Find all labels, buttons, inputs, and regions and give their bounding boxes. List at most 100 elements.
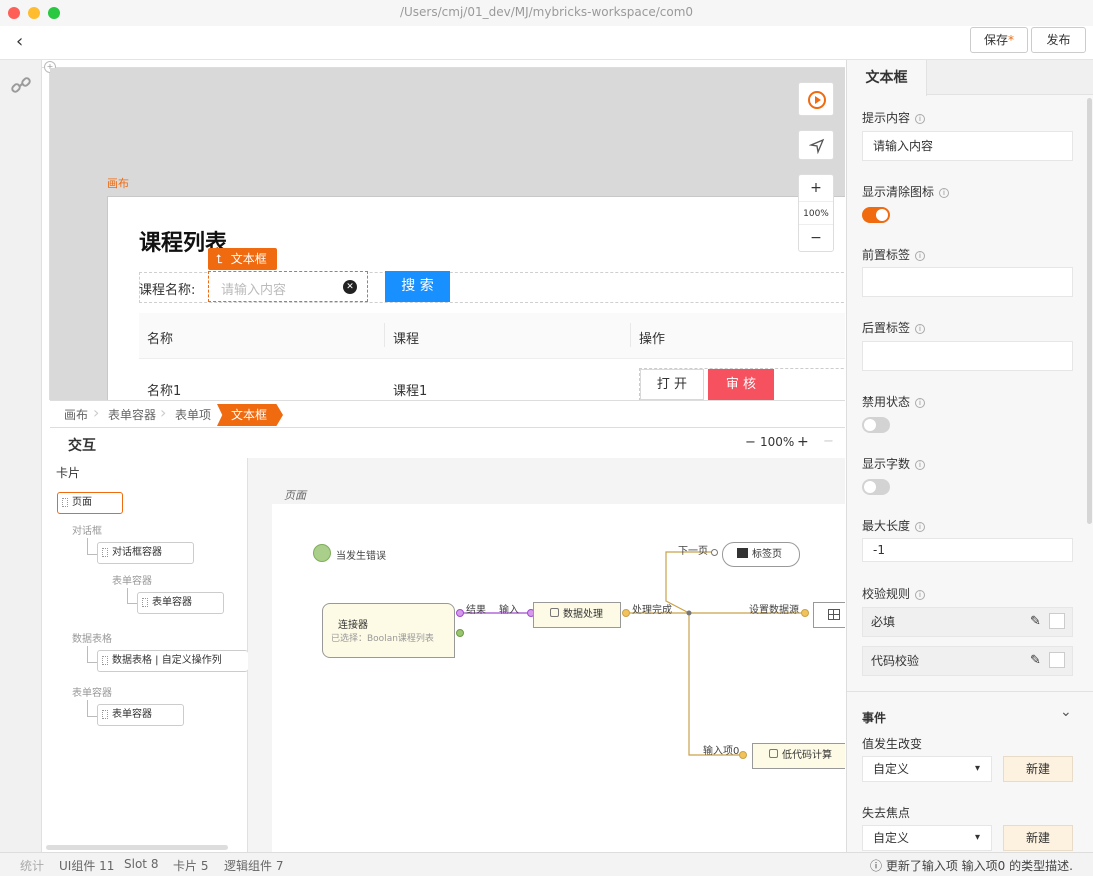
- chevron-down-icon[interactable]: ⌄: [1060, 704, 1072, 720]
- back-icon[interactable]: ‹: [16, 31, 23, 52]
- flow-zoom-reset[interactable]: −: [823, 434, 834, 449]
- panel-scrollbar[interactable]: [1087, 98, 1092, 524]
- canvas-label: 画布: [107, 177, 129, 190]
- publish-button[interactable]: 发布: [1031, 27, 1086, 53]
- output-port[interactable]: [456, 609, 464, 617]
- breadcrumb-item-form-container[interactable]: 表单容器: [94, 404, 162, 426]
- card-form-container[interactable]: 表单容器: [137, 592, 224, 614]
- rule-required[interactable]: 必填 ✎: [862, 607, 1073, 637]
- text-input-preview[interactable]: 请输入内容 ✕: [208, 271, 368, 302]
- event-blur-select[interactable]: 自定义 ▾: [862, 825, 992, 851]
- show-count-toggle[interactable]: [862, 479, 890, 495]
- toggle-knob: [864, 481, 876, 493]
- ruler-top: [42, 60, 845, 68]
- event-blur-new-button[interactable]: 新建: [1003, 825, 1073, 851]
- tabs-icon: [737, 548, 748, 558]
- rule-checkbox[interactable]: [1049, 652, 1065, 668]
- field-prefix-label: 前置标签 i: [862, 246, 926, 263]
- unsaved-mark: *: [1008, 33, 1014, 47]
- prefix-input[interactable]: [862, 267, 1073, 297]
- cards-panel: 卡片 页面 对话框 对话框容器 表单容器 表单容器 数据表格 数据表格 | 自定…: [42, 458, 248, 852]
- info-icon[interactable]: i: [915, 460, 926, 470]
- connector-node[interactable]: 连接器 已选择：Boolan课程列表: [322, 603, 455, 658]
- cards-title: 卡片: [56, 466, 81, 480]
- disabled-toggle[interactable]: [862, 417, 890, 433]
- edit-icon[interactable]: ✎: [1030, 653, 1041, 669]
- input-port[interactable]: [711, 549, 718, 556]
- port-label-set-source: 设置数据源: [749, 605, 799, 616]
- field-suffix-label: 后置标签 i: [862, 319, 926, 336]
- event-change-new-button[interactable]: 新建: [1003, 756, 1073, 782]
- error-event-label: 当发生错误: [336, 551, 386, 562]
- event-change-label: 值发生改变: [862, 737, 923, 751]
- column-divider: [630, 323, 631, 347]
- select-parent-icon[interactable]: ⮤: [216, 252, 223, 266]
- port-label-result: 结果: [466, 605, 486, 616]
- port-label-done: 处理完成: [632, 605, 672, 616]
- flow-canvas[interactable]: 当发生错误 连接器 已选择：Boolan课程列表 结果 输入 数据处理 处理完成…: [272, 504, 845, 852]
- event-change-select[interactable]: 自定义 ▾: [862, 756, 992, 782]
- tab-page-node[interactable]: 标签页: [722, 542, 800, 567]
- tab-textbox[interactable]: 文本框: [847, 60, 927, 96]
- maxlen-input[interactable]: -1: [862, 538, 1073, 562]
- table-node[interactable]: [813, 602, 845, 628]
- suffix-input[interactable]: [862, 341, 1073, 371]
- port-label-next: 下一页: [678, 546, 708, 557]
- save-button[interactable]: 保存*: [970, 27, 1028, 53]
- breadcrumb: 画布 › 表单容器 › 表单项 文本框: [50, 400, 845, 428]
- form-label: 课程名称:: [139, 283, 196, 298]
- output-port[interactable]: [622, 609, 630, 617]
- search-button[interactable]: 搜 索: [385, 271, 450, 302]
- open-button[interactable]: 打 开: [640, 369, 704, 400]
- breadcrumb-item-textbox[interactable]: 文本框: [217, 404, 283, 426]
- info-icon[interactable]: i: [915, 590, 926, 600]
- info-icon[interactable]: i: [915, 324, 926, 334]
- input-port[interactable]: [739, 751, 747, 759]
- info-icon[interactable]: i: [939, 188, 950, 198]
- page-canvas[interactable]: 课程列表 课程名称: ⮤ 文本框 请输入内容 ✕ 搜 索 名称 课程 操作 名称…: [107, 196, 845, 400]
- placeholder-input[interactable]: 请输入内容: [862, 131, 1073, 161]
- navigate-icon: [809, 138, 825, 154]
- info-icon[interactable]: i: [915, 398, 926, 408]
- card-page[interactable]: 页面: [57, 492, 123, 514]
- info-icon[interactable]: i: [915, 114, 926, 124]
- edit-icon[interactable]: ✎: [1030, 614, 1041, 630]
- play-icon: [808, 91, 826, 109]
- selected-tag[interactable]: ⮤ 文本框: [208, 248, 277, 270]
- breadcrumb-item-canvas[interactable]: 画布: [50, 404, 96, 426]
- card-form-container[interactable]: 表单容器: [97, 704, 184, 726]
- breadcrumb-item-form-item[interactable]: 表单项: [161, 404, 217, 426]
- logic-flow-area[interactable]: 页面 当发生错误 连接器 已选择：Boolan课程列表 结果 输入 数据处理 处…: [248, 458, 845, 852]
- input-port[interactable]: [801, 609, 809, 617]
- card-icon: [102, 548, 108, 557]
- selected-tag-label: 文本框: [230, 252, 267, 266]
- flow-zoom-in[interactable]: +: [797, 434, 809, 450]
- info-icon[interactable]: i: [915, 522, 926, 532]
- rule-checkbox[interactable]: [1049, 613, 1065, 629]
- link-icon[interactable]: [10, 74, 32, 96]
- design-stage[interactable]: 画布 课程列表 课程名称: ⮤ 文本框 请输入内容 ✕ 搜 索 名称 课程 操作…: [50, 68, 845, 400]
- clear-icon[interactable]: ✕: [343, 280, 357, 294]
- data-process-node[interactable]: 数据处理: [533, 602, 621, 628]
- error-event-icon[interactable]: [313, 544, 331, 562]
- output-port[interactable]: [456, 629, 464, 637]
- locate-button[interactable]: [798, 130, 834, 160]
- rule-code[interactable]: 代码校验 ✎: [862, 646, 1073, 676]
- table-row[interactable]: 名称1 课程1 打 开 审 核: [139, 360, 845, 400]
- field-placeholder-label: 提示内容 i: [862, 109, 926, 126]
- field-maxlen-label: 最大长度 i: [862, 517, 926, 534]
- cell-course: 课程1: [393, 384, 428, 399]
- card-dialog-container[interactable]: 对话框容器: [97, 542, 194, 564]
- preview-button[interactable]: [798, 82, 834, 116]
- horizontal-scrollbar[interactable]: [46, 845, 228, 850]
- zoom-in-button[interactable]: +: [799, 175, 833, 201]
- field-rules-label: 校验规则 i: [862, 585, 926, 602]
- field-disabled-label: 禁用状态 i: [862, 393, 926, 410]
- review-button[interactable]: 审 核: [708, 369, 774, 400]
- info-icon[interactable]: i: [915, 251, 926, 261]
- zoom-out-button[interactable]: −: [799, 225, 833, 251]
- card-table-column[interactable]: 数据表格 | 自定义操作列: [97, 650, 248, 672]
- show-clear-toggle[interactable]: [862, 207, 890, 223]
- flow-zoom-out[interactable]: −: [745, 435, 756, 450]
- lowcode-node[interactable]: 低代码计算: [752, 743, 845, 769]
